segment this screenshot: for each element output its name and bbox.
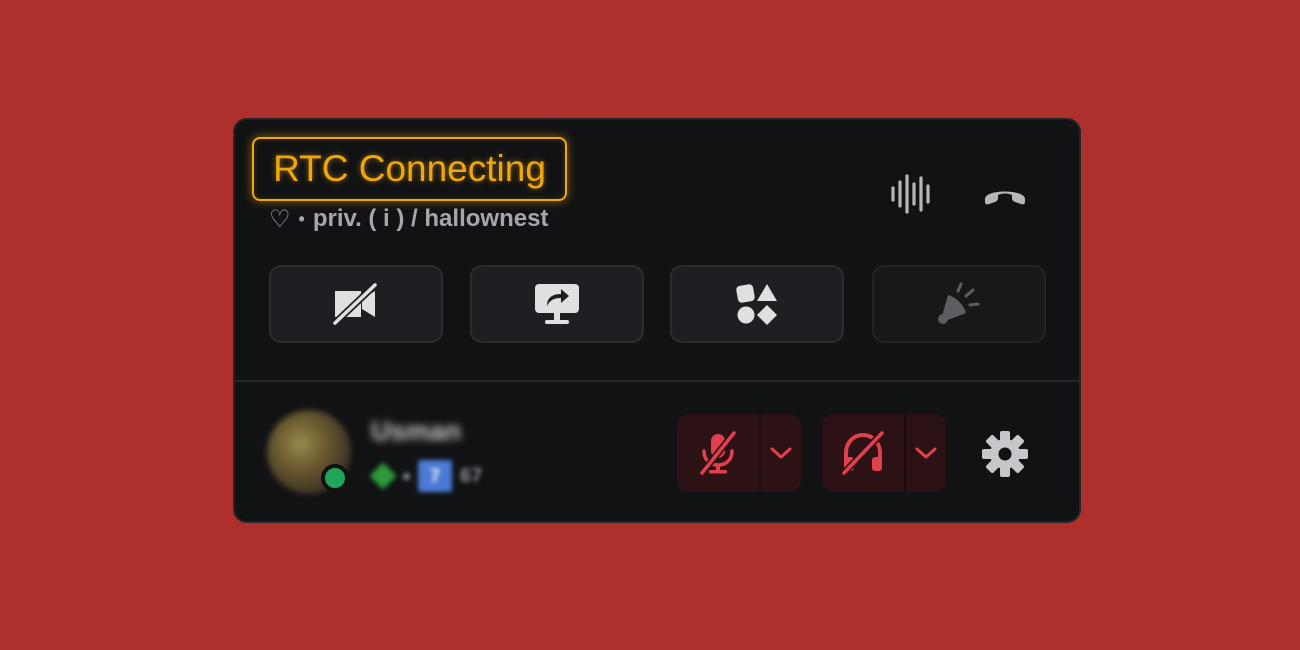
username[interactable]: Usman xyxy=(371,416,461,447)
noise-suppression-icon xyxy=(891,174,930,214)
user-subtitle: 7 67 xyxy=(369,460,483,492)
separator-dot: • xyxy=(298,208,305,229)
presence-status-icon xyxy=(321,464,349,492)
camera-off-icon xyxy=(332,282,378,326)
gear-icon xyxy=(982,431,1028,477)
headphones-deafened-icon xyxy=(841,431,885,475)
voice-connection-panel: RTC Connecting ♡ • priv. ( i ) / hallown… xyxy=(233,118,1081,523)
soundboard-button[interactable] xyxy=(872,265,1046,343)
deafen-options-button[interactable] xyxy=(904,414,946,492)
share-screen-icon xyxy=(535,284,579,324)
heart-icon: ♡ xyxy=(269,205,291,233)
user-settings-button[interactable] xyxy=(977,426,1033,482)
connection-status-badge[interactable]: RTC Connecting xyxy=(252,137,567,201)
share-screen-button[interactable] xyxy=(470,265,644,343)
gem-icon xyxy=(369,462,397,490)
microphone-muted-icon xyxy=(699,431,737,475)
camera-toggle-button[interactable] xyxy=(269,265,443,343)
user-tag-suffix: 67 xyxy=(460,464,483,487)
separator-dot xyxy=(403,472,410,480)
mute-options-button[interactable] xyxy=(759,414,801,492)
activities-button[interactable] xyxy=(670,265,844,343)
deafen-button[interactable] xyxy=(822,414,904,492)
disconnect-button[interactable] xyxy=(981,172,1029,216)
noise-suppression-button[interactable] xyxy=(888,172,936,216)
disconnect-icon xyxy=(985,191,1025,205)
panel-divider xyxy=(235,380,1079,382)
mute-button[interactable] xyxy=(677,414,759,492)
connection-status-text: RTC Connecting xyxy=(273,148,546,189)
mute-control xyxy=(677,414,801,492)
soundboard-icon xyxy=(938,282,980,324)
channel-breadcrumb[interactable]: ♡ • priv. ( i ) / hallownest xyxy=(269,204,548,234)
chevron-down-icon xyxy=(915,447,937,459)
deafen-control xyxy=(822,414,946,492)
chevron-down-icon xyxy=(770,447,792,459)
activities-icon xyxy=(736,284,777,325)
user-tag: 7 xyxy=(418,460,452,492)
channel-path: priv. ( i ) / hallownest xyxy=(312,205,549,232)
